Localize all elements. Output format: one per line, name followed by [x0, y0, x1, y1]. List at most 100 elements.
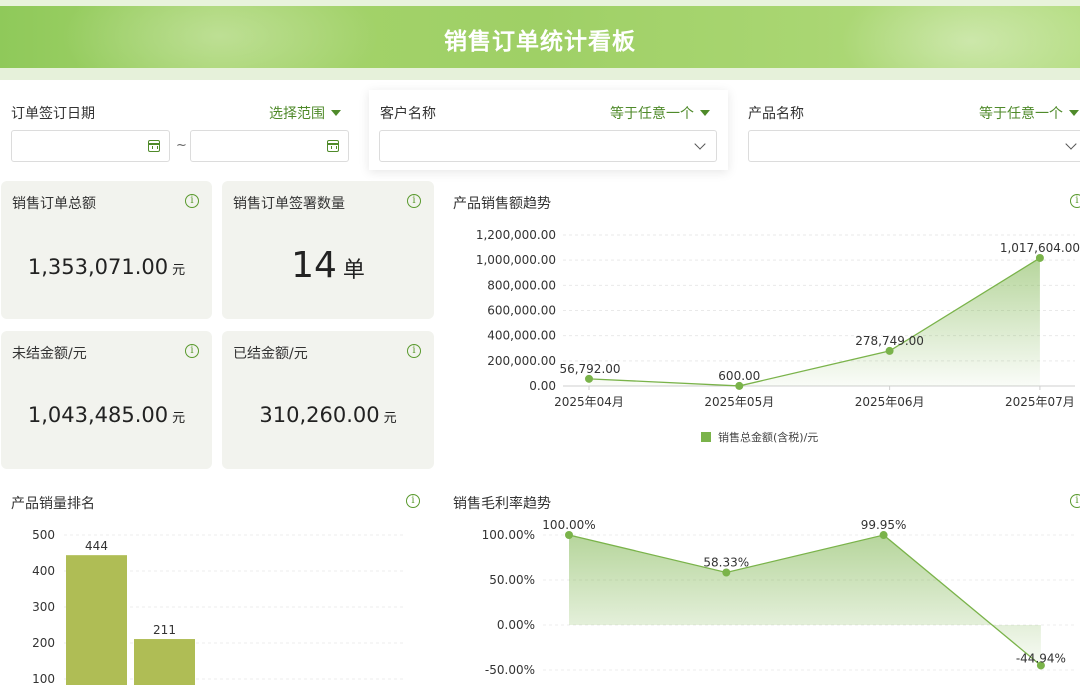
y-tick-label: 1,000,000.00 — [476, 253, 556, 267]
filter-label: 订单签订日期 — [11, 106, 95, 122]
caret-down-icon — [700, 110, 710, 116]
info-icon[interactable]: i — [407, 194, 421, 208]
calendar-icon — [327, 140, 339, 152]
data-label: 100.00% — [542, 518, 595, 532]
info-icon[interactable]: i — [406, 494, 420, 508]
info-icon[interactable]: i — [1070, 494, 1080, 508]
kpi-label: 销售订单签署数量 — [233, 196, 345, 212]
caret-down-icon — [1069, 110, 1079, 116]
caret-down-icon — [331, 110, 341, 116]
dashboard-banner: 销售订单统计看板 — [0, 6, 1080, 68]
kpi-value: 1,353,071.00 元 — [1, 255, 212, 279]
filter-customer-name: 客户名称 等于任意一个 — [369, 90, 728, 170]
series-line — [588, 257, 1041, 387]
data-label: 58.33% — [703, 556, 749, 570]
start-date-input[interactable] — [11, 130, 170, 162]
bar-label: 444 — [85, 539, 108, 553]
y-tick-label: 50.00% — [489, 573, 535, 587]
data-label: -44.94% — [1016, 651, 1066, 665]
chevron-down-icon — [1065, 138, 1077, 150]
calendar-icon — [148, 140, 160, 152]
end-date-input[interactable] — [190, 130, 349, 162]
filter-operator-label: 等于任意一个 — [610, 106, 694, 122]
product-select[interactable] — [748, 130, 1080, 162]
legend-swatch — [701, 432, 711, 442]
data-point — [722, 568, 731, 577]
y-tick-label: 400 — [32, 564, 55, 578]
data-point — [565, 531, 573, 539]
data-point — [885, 346, 894, 355]
kpi-value: 1,043,485.00 元 — [1, 403, 212, 427]
banner-bottom-strip — [0, 68, 1080, 80]
legend-label: 销售总金额(含税)/元 — [718, 430, 818, 444]
sales-trend-title: 产品销售额趋势 — [453, 196, 551, 212]
kpi-unit: 元 — [172, 411, 186, 426]
kpi-number: 1,353,071.00 — [27, 255, 169, 279]
kpi-unsettled-amount: 未结金额/元 i 1,043,485.00 元 — [1, 331, 212, 469]
chevron-down-icon — [694, 138, 706, 150]
kpi-number: 310,260.00 — [259, 403, 380, 427]
info-icon[interactable]: i — [1070, 194, 1080, 208]
filter-label: 产品名称 — [748, 106, 804, 122]
bar — [134, 639, 195, 685]
x-tick-label: 2025年07月 — [1005, 395, 1075, 409]
y-tick-label: 200 — [32, 636, 55, 650]
y-tick-label: -50.00% — [485, 663, 535, 677]
filter-operator-label: 选择范围 — [269, 106, 325, 122]
filter-operator-dropdown[interactable]: 等于任意一个 — [979, 103, 1079, 123]
kpi-value: 14 单 — [222, 245, 434, 286]
data-label: 99.95% — [861, 518, 907, 532]
filter-operator-dropdown[interactable]: 等于任意一个 — [610, 103, 710, 123]
y-tick-label: 0.00% — [497, 618, 535, 632]
filter-label: 客户名称 — [380, 106, 436, 122]
date-separator: ~ — [176, 138, 187, 153]
filter-operator-label: 等于任意一个 — [979, 106, 1063, 122]
page-title: 销售订单统计看板 — [444, 29, 636, 55]
series-area — [569, 535, 1041, 666]
filter-operator-dropdown[interactable]: 选择范围 — [269, 103, 341, 123]
y-tick-label: 100 — [32, 672, 55, 685]
info-icon[interactable]: i — [407, 344, 421, 358]
series-line — [568, 534, 1042, 666]
data-point — [879, 531, 888, 540]
kpi-number: 14 — [291, 245, 337, 286]
data-label: 56,792.00 — [559, 362, 620, 376]
x-tick-label: 2025年06月 — [855, 395, 925, 409]
y-tick-label: 0.00 — [529, 379, 556, 393]
x-tick-label: 2025年05月 — [704, 395, 774, 409]
sales-ranking-chart: 100 200 300 400 500 444 211 — [32, 528, 405, 685]
y-tick-label: 400,000.00 — [487, 329, 556, 343]
data-label: 278,749.00 — [855, 334, 924, 348]
margin-trend-chart: -50.00% 0.00% 50.00% 100.00% 100.00% 58.33% 99… — [482, 518, 1075, 677]
kpi-unit: 元 — [383, 411, 397, 426]
y-tick-label: 300 — [32, 600, 55, 614]
sales-trend-chart: 0.00 200,000.00 400,000.00 600,000.00 800,00… — [476, 228, 1080, 444]
bar-label: 211 — [153, 623, 176, 637]
filter-product-name: 产品名称 等于任意一个 — [737, 90, 1080, 170]
data-label: 600.00 — [718, 369, 760, 383]
kpi-unit: 单 — [342, 258, 365, 283]
x-tick-label: 2025年04月 — [554, 395, 624, 409]
filter-order-date: 订单签订日期 选择范围 ~ — [0, 90, 360, 170]
y-tick-label: 200,000.00 — [487, 354, 556, 368]
info-icon[interactable]: i — [185, 344, 199, 358]
data-point — [585, 374, 593, 383]
info-icon[interactable]: i — [185, 194, 199, 208]
y-tick-label: 800,000.00 — [487, 278, 556, 292]
data-label: 1,017,604.00 — [1000, 241, 1080, 255]
data-point — [1036, 661, 1045, 670]
kpi-number: 1,043,485.00 — [27, 403, 169, 427]
bar — [66, 555, 127, 685]
kpi-settled-amount: 已结金额/元 i 310,260.00 元 — [222, 331, 434, 469]
kpi-total-amount: 销售订单总额 i 1,353,071.00 元 — [1, 181, 212, 319]
kpi-label: 未结金额/元 — [12, 346, 87, 362]
kpi-value: 310,260.00 元 — [222, 403, 434, 427]
customer-select[interactable] — [379, 130, 717, 162]
kpi-label: 销售订单总额 — [12, 196, 96, 212]
y-tick-label: 1,200,000.00 — [476, 228, 556, 242]
kpi-label: 已结金额/元 — [233, 346, 308, 362]
data-point — [735, 381, 744, 390]
kpi-unit: 元 — [172, 263, 186, 278]
ranking-title: 产品销量排名 — [11, 496, 95, 512]
y-tick-label: 500 — [32, 528, 55, 542]
